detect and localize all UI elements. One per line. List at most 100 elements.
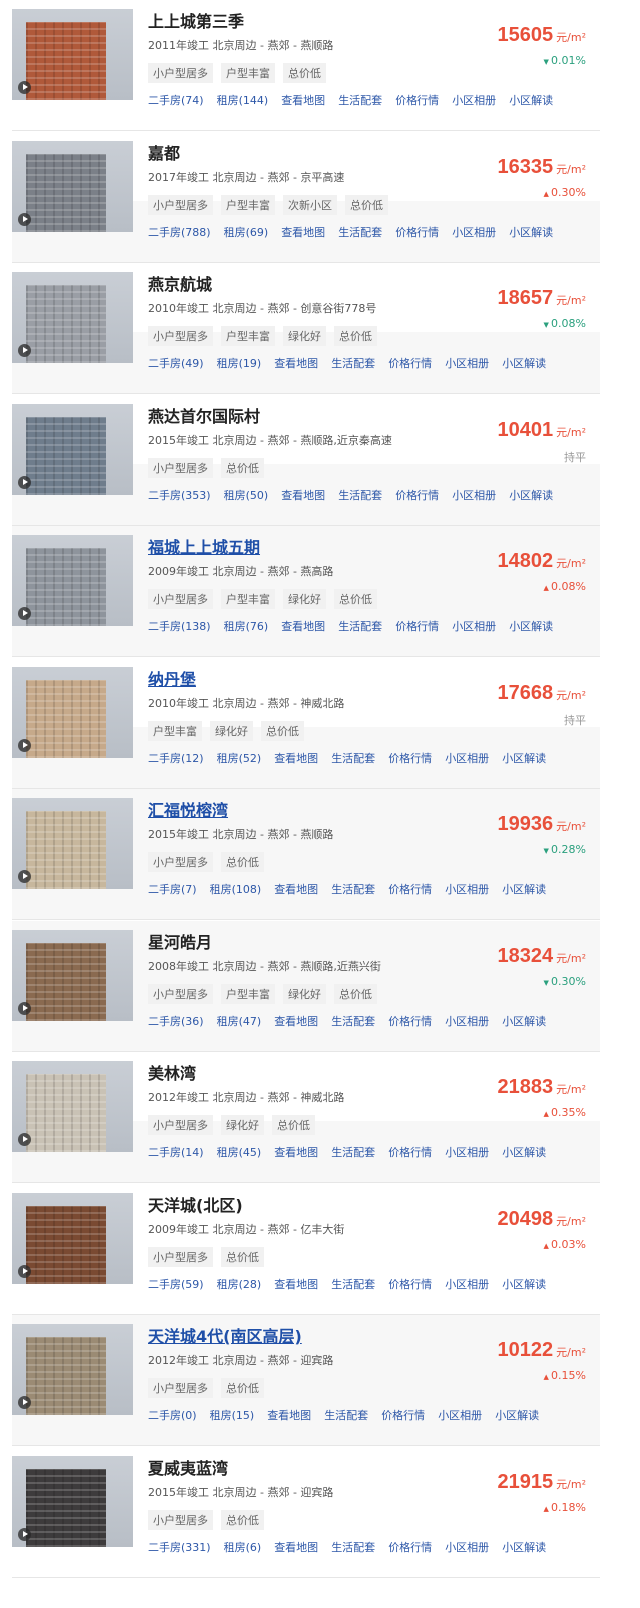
action-link[interactable]: 二手房(49) (148, 355, 204, 371)
action-link[interactable]: 生活配套 (324, 1407, 368, 1423)
action-link[interactable]: 小区解读 (502, 355, 546, 371)
play-icon[interactable] (18, 1133, 31, 1146)
action-link[interactable]: 小区解读 (509, 92, 553, 108)
play-icon[interactable] (18, 212, 31, 226)
action-link[interactable]: 查看地图 (274, 1144, 318, 1160)
action-link[interactable]: 小区解读 (509, 224, 553, 240)
community-name[interactable]: 美林湾 (148, 1060, 196, 1084)
community-name[interactable]: 纳丹堡 (148, 666, 196, 690)
community-photo[interactable] (12, 272, 133, 363)
community-photo[interactable] (12, 1455, 133, 1547)
action-link[interactable]: 生活配套 (338, 224, 382, 240)
action-link[interactable]: 小区相册 (438, 1407, 482, 1423)
play-icon[interactable] (18, 344, 31, 357)
action-link[interactable]: 小区解读 (502, 750, 546, 766)
community-photo[interactable] (12, 1324, 133, 1415)
action-link[interactable]: 生活配套 (331, 1276, 375, 1292)
community-photo[interactable] (12, 929, 133, 1021)
community-name[interactable]: 嘉都 (148, 140, 180, 164)
action-link[interactable]: 二手房(12) (148, 750, 204, 766)
action-link[interactable]: 小区相册 (445, 1276, 489, 1292)
action-link[interactable]: 生活配套 (331, 750, 375, 766)
action-link[interactable]: 租房(69) (224, 224, 269, 240)
play-icon[interactable] (18, 738, 31, 752)
action-link[interactable]: 价格行情 (388, 355, 432, 371)
action-link[interactable]: 价格行情 (388, 881, 432, 897)
action-link[interactable]: 二手房(353) (148, 487, 211, 503)
community-photo[interactable] (12, 140, 133, 232)
action-link[interactable]: 小区解读 (502, 1144, 546, 1160)
action-link[interactable]: 查看地图 (281, 92, 325, 108)
action-link[interactable]: 价格行情 (395, 92, 439, 108)
action-link[interactable]: 查看地图 (281, 224, 325, 240)
action-link[interactable]: 小区解读 (502, 1276, 546, 1292)
action-link[interactable]: 查看地图 (274, 1276, 318, 1292)
action-link[interactable]: 租房(28) (217, 1276, 262, 1292)
action-link[interactable]: 租房(108) (210, 881, 262, 897)
action-link[interactable]: 租房(45) (217, 1144, 262, 1160)
action-link[interactable]: 小区相册 (445, 355, 489, 371)
action-link[interactable]: 小区相册 (445, 1144, 489, 1160)
action-link[interactable]: 查看地图 (274, 750, 318, 766)
play-icon[interactable] (18, 607, 31, 620)
action-link[interactable]: 查看地图 (274, 881, 318, 897)
action-link[interactable]: 生活配套 (331, 1144, 375, 1160)
community-name[interactable]: 天洋城(北区) (148, 1192, 243, 1216)
action-link[interactable]: 价格行情 (395, 618, 439, 634)
action-link[interactable]: 查看地图 (274, 1539, 318, 1555)
action-link[interactable]: 二手房(7) (148, 881, 197, 897)
action-link[interactable]: 二手房(36) (148, 1013, 204, 1029)
action-link[interactable]: 小区解读 (502, 1013, 546, 1029)
community-photo[interactable] (12, 403, 133, 495)
community-name[interactable]: 燕京航城 (148, 271, 212, 295)
action-link[interactable]: 二手房(0) (148, 1407, 197, 1423)
action-link[interactable]: 价格行情 (395, 487, 439, 503)
action-link[interactable]: 查看地图 (274, 1013, 318, 1029)
play-icon[interactable] (18, 475, 31, 489)
action-link[interactable]: 租房(15) (210, 1407, 255, 1423)
community-photo[interactable] (12, 798, 133, 889)
camera-icon[interactable] (18, 1527, 31, 1541)
play-icon[interactable] (18, 1264, 31, 1278)
action-link[interactable]: 生活配套 (338, 92, 382, 108)
action-link[interactable]: 小区解读 (502, 881, 546, 897)
action-link[interactable]: 生活配套 (331, 881, 375, 897)
community-photo[interactable] (12, 535, 133, 626)
action-link[interactable]: 小区相册 (452, 224, 496, 240)
action-link[interactable]: 二手房(59) (148, 1276, 204, 1292)
action-link[interactable]: 查看地图 (274, 355, 318, 371)
action-link[interactable]: 小区解读 (502, 1539, 546, 1555)
action-link[interactable]: 查看地图 (281, 618, 325, 634)
community-photo[interactable] (12, 666, 133, 758)
action-link[interactable]: 二手房(331) (148, 1539, 211, 1555)
action-link[interactable]: 小区解读 (509, 618, 553, 634)
community-name[interactable]: 天洋城4代(南区高层) (148, 1323, 302, 1347)
action-link[interactable]: 小区相册 (445, 1539, 489, 1555)
action-link[interactable]: 小区相册 (452, 618, 496, 634)
action-link[interactable]: 租房(76) (224, 618, 269, 634)
community-name[interactable]: 福城上上城五期 (148, 534, 260, 558)
play-icon[interactable] (18, 1396, 31, 1409)
community-photo[interactable] (12, 1061, 133, 1152)
action-link[interactable]: 二手房(74) (148, 92, 204, 108)
action-link[interactable]: 价格行情 (381, 1407, 425, 1423)
play-icon[interactable] (18, 81, 31, 94)
action-link[interactable]: 小区相册 (445, 750, 489, 766)
action-link[interactable]: 查看地图 (281, 487, 325, 503)
action-link[interactable]: 租房(47) (217, 1013, 262, 1029)
play-icon[interactable] (18, 1001, 31, 1015)
action-link[interactable]: 二手房(14) (148, 1144, 204, 1160)
play-icon[interactable] (18, 870, 31, 883)
action-link[interactable]: 小区相册 (445, 881, 489, 897)
action-link[interactable]: 租房(52) (217, 750, 262, 766)
action-link[interactable]: 小区相册 (452, 487, 496, 503)
community-photo[interactable] (12, 9, 133, 100)
community-photo[interactable] (12, 1192, 133, 1284)
action-link[interactable]: 二手房(788) (148, 224, 211, 240)
action-link[interactable]: 价格行情 (388, 750, 432, 766)
action-link[interactable]: 查看地图 (267, 1407, 311, 1423)
action-link[interactable]: 租房(144) (217, 92, 269, 108)
action-link[interactable]: 小区解读 (509, 487, 553, 503)
action-link[interactable]: 二手房(138) (148, 618, 211, 634)
action-link[interactable]: 租房(6) (224, 1539, 262, 1555)
